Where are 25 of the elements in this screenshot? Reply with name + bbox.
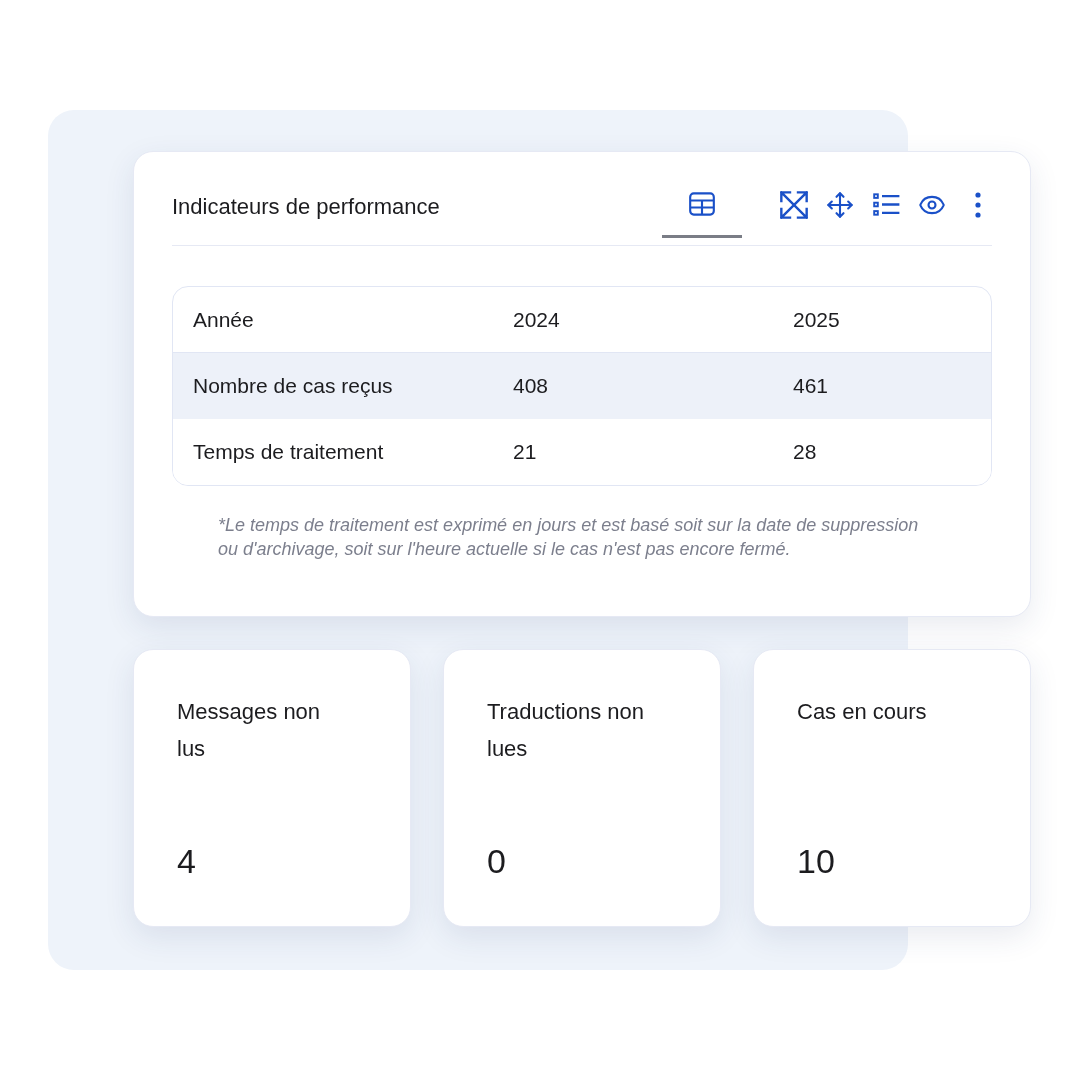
stat-value: 0	[487, 841, 507, 881]
list-button[interactable]	[872, 190, 900, 219]
table-cell-text: 28	[793, 439, 818, 465]
stat-label: Traductions non lues	[487, 698, 645, 763]
more-icon	[975, 191, 981, 218]
stat-value: 4	[177, 841, 197, 881]
column-header: Année	[193, 306, 255, 333]
table-icon	[689, 192, 715, 216]
table-cell-text: Temps de traitement	[193, 439, 385, 465]
expand-button[interactable]	[780, 190, 808, 219]
footnote: *Le temps de traitement est exprimé en jours et est basé soit sur la date de suppression ou d'archivage, soit sur l'heure actuelle si le cas n'est pas encore fermé.	[218, 514, 920, 561]
table-cell-text: Nombre de cas reçus	[193, 373, 394, 399]
expand-arrows-icon	[780, 190, 808, 219]
move-arrows-icon	[826, 190, 854, 219]
stat-label: Messages non lus	[177, 698, 322, 763]
column-header: 2024	[513, 306, 561, 333]
stat-label: Cas en cours	[797, 698, 928, 726]
move-button[interactable]	[826, 190, 854, 219]
column-header: 2025	[793, 306, 841, 333]
table-cell-text: 408	[513, 373, 550, 399]
list-icon	[872, 193, 900, 216]
card-title: Indicateurs de performance	[172, 192, 441, 221]
stat-value: 10	[797, 841, 836, 881]
table-cell-text: 461	[793, 373, 830, 399]
table-cell-text: 21	[513, 439, 538, 465]
